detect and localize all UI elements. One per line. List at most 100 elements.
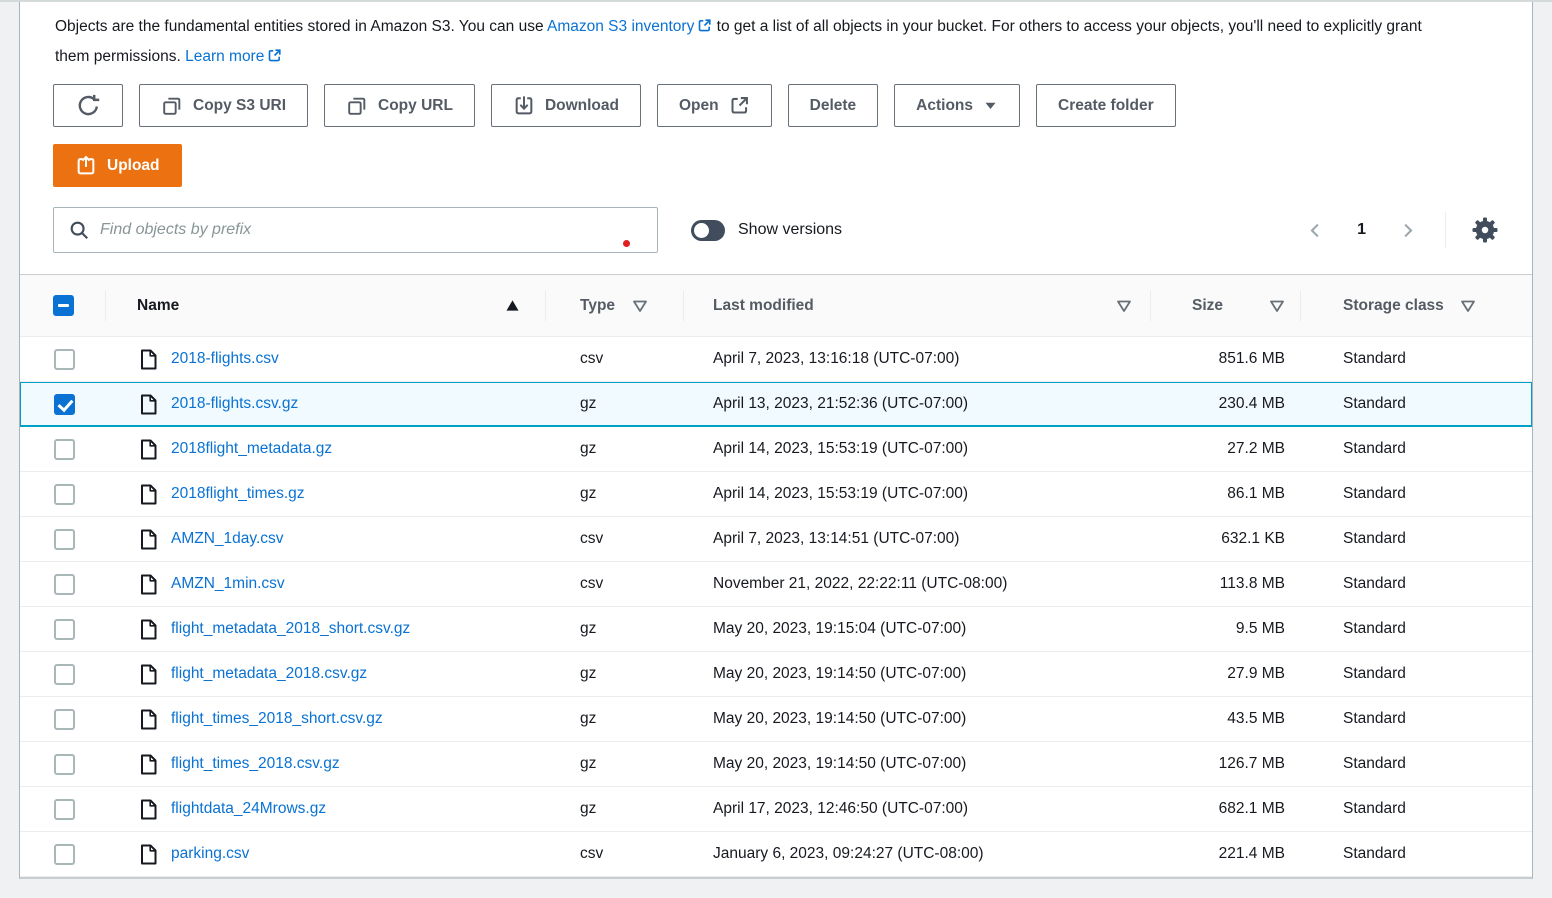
cell-type: gz — [545, 697, 683, 741]
cell-last-modified: April 7, 2023, 13:16:18 (UTC-07:00) — [683, 337, 1150, 381]
row-checkbox[interactable] — [54, 799, 75, 820]
column-header-type[interactable]: Type — [545, 275, 683, 336]
cell-size: 113.8 MB — [1150, 562, 1300, 606]
select-all-checkbox[interactable] — [53, 295, 74, 316]
row-checkbox[interactable] — [54, 619, 75, 640]
learn-more-link[interactable]: Learn more — [185, 48, 282, 65]
next-page-button[interactable] — [1394, 217, 1421, 244]
table-row: flight_metadata_2018.csv.gz gz May 20, 2… — [20, 652, 1532, 697]
row-checkbox[interactable] — [54, 574, 75, 595]
cell-size: 27.2 MB — [1150, 427, 1300, 471]
page-number[interactable]: 1 — [1357, 221, 1366, 239]
cell-storage-class: Standard — [1300, 742, 1532, 786]
file-icon — [140, 619, 157, 640]
cell-last-modified: May 20, 2023, 19:14:50 (UTC-07:00) — [683, 652, 1150, 696]
cell-storage-class: Standard — [1300, 472, 1532, 516]
copy-icon — [161, 95, 183, 117]
cell-last-modified: April 14, 2023, 15:53:19 (UTC-07:00) — [683, 427, 1150, 471]
cell-size: 230.4 MB — [1150, 382, 1300, 426]
object-name-link[interactable]: 2018flight_times.gz — [171, 485, 305, 503]
cell-size: 682.1 MB — [1150, 787, 1300, 831]
previous-page-button[interactable] — [1302, 217, 1329, 244]
cell-storage-class: Standard — [1300, 517, 1532, 561]
row-checkbox[interactable] — [54, 484, 75, 505]
row-checkbox[interactable] — [54, 439, 75, 460]
object-name-link[interactable]: 2018-flights.csv — [171, 350, 279, 368]
cell-type: gz — [545, 382, 683, 426]
object-name-link[interactable]: AMZN_1day.csv — [171, 530, 284, 548]
row-checkbox[interactable] — [54, 844, 75, 865]
caret-down-icon — [983, 98, 998, 113]
object-name-link[interactable]: flight_metadata_2018.csv.gz — [171, 665, 367, 683]
cell-type: gz — [545, 787, 683, 831]
external-link-icon — [729, 95, 750, 116]
object-name-link[interactable]: flight_times_2018.csv.gz — [171, 755, 340, 773]
object-name-link[interactable]: AMZN_1min.csv — [171, 575, 285, 593]
table-row: AMZN_1day.csv csv April 7, 2023, 13:14:5… — [20, 517, 1532, 562]
column-header-storage-class[interactable]: Storage class — [1300, 275, 1532, 336]
refresh-button[interactable] — [53, 84, 123, 127]
table-row: AMZN_1min.csv csv November 21, 2022, 22:… — [20, 562, 1532, 607]
amazon-s3-inventory-link[interactable]: Amazon S3 inventory — [547, 18, 712, 35]
row-checkbox[interactable] — [54, 349, 75, 370]
create-folder-button[interactable]: Create folder — [1036, 84, 1176, 127]
object-name-link[interactable]: flight_metadata_2018_short.csv.gz — [171, 620, 410, 638]
download-icon — [513, 95, 535, 117]
object-name-link[interactable]: 2018flight_metadata.gz — [171, 440, 332, 458]
show-versions-label: Show versions — [738, 221, 842, 239]
cell-last-modified: November 21, 2022, 22:22:11 (UTC-08:00) — [683, 562, 1150, 606]
column-header-size[interactable]: Size — [1150, 275, 1300, 336]
sortable-icon — [1269, 299, 1285, 313]
table-body: 2018-flights.csv csv April 7, 2023, 13:1… — [20, 337, 1532, 877]
row-checkbox[interactable] — [54, 529, 75, 550]
delete-button[interactable]: Delete — [788, 84, 879, 127]
table-row: 2018-flights.csv.gz gz April 13, 2023, 2… — [20, 382, 1532, 427]
open-button[interactable]: Open — [657, 84, 772, 127]
file-icon — [140, 484, 157, 505]
show-versions-toggle[interactable] — [691, 220, 725, 241]
chevron-right-icon — [1398, 221, 1417, 240]
refresh-icon — [76, 93, 101, 118]
cell-type: gz — [545, 427, 683, 471]
find-objects-input[interactable] — [100, 221, 645, 239]
search-icon — [68, 219, 90, 241]
object-name-link[interactable]: parking.csv — [171, 845, 249, 863]
external-link-icon — [267, 48, 282, 63]
external-link-icon — [697, 18, 712, 33]
table-header: Name Type Last modified Size Storage cla… — [20, 275, 1532, 337]
preferences-button[interactable] — [1468, 213, 1502, 247]
search-box — [53, 207, 658, 253]
cell-storage-class: Standard — [1300, 697, 1532, 741]
cell-last-modified: May 20, 2023, 19:14:50 (UTC-07:00) — [683, 697, 1150, 741]
cell-size: 126.7 MB — [1150, 742, 1300, 786]
column-header-name[interactable]: Name — [105, 275, 545, 336]
copy-url-button[interactable]: Copy URL — [324, 84, 475, 127]
copy-s3-uri-button[interactable]: Copy S3 URI — [139, 84, 308, 127]
actions-dropdown-button[interactable]: Actions — [894, 84, 1020, 127]
divider — [1445, 212, 1446, 248]
cell-storage-class: Standard — [1300, 832, 1532, 876]
cell-type: csv — [545, 337, 683, 381]
cell-type: gz — [545, 472, 683, 516]
cell-last-modified: May 20, 2023, 19:15:04 (UTC-07:00) — [683, 607, 1150, 651]
object-name-link[interactable]: flightdata_24Mrows.gz — [171, 800, 326, 818]
row-checkbox[interactable] — [54, 394, 75, 415]
row-checkbox[interactable] — [54, 709, 75, 730]
cell-storage-class: Standard — [1300, 427, 1532, 471]
cell-type: csv — [545, 562, 683, 606]
sortable-icon — [1116, 299, 1132, 313]
objects-panel: Objects are the fundamental entities sto… — [19, 2, 1533, 879]
object-name-link[interactable]: flight_times_2018_short.csv.gz — [171, 710, 383, 728]
row-checkbox[interactable] — [54, 664, 75, 685]
download-button[interactable]: Download — [491, 84, 641, 127]
cell-storage-class: Standard — [1300, 652, 1532, 696]
cell-size: 632.1 KB — [1150, 517, 1300, 561]
cell-type: gz — [545, 652, 683, 696]
column-header-last-modified[interactable]: Last modified — [683, 275, 1150, 336]
copy-icon — [346, 95, 368, 117]
object-name-link[interactable]: 2018-flights.csv.gz — [171, 395, 298, 413]
cell-last-modified: January 6, 2023, 09:24:27 (UTC-08:00) — [683, 832, 1150, 876]
cell-last-modified: May 20, 2023, 19:14:50 (UTC-07:00) — [683, 742, 1150, 786]
upload-button[interactable]: Upload — [53, 144, 182, 187]
row-checkbox[interactable] — [54, 754, 75, 775]
